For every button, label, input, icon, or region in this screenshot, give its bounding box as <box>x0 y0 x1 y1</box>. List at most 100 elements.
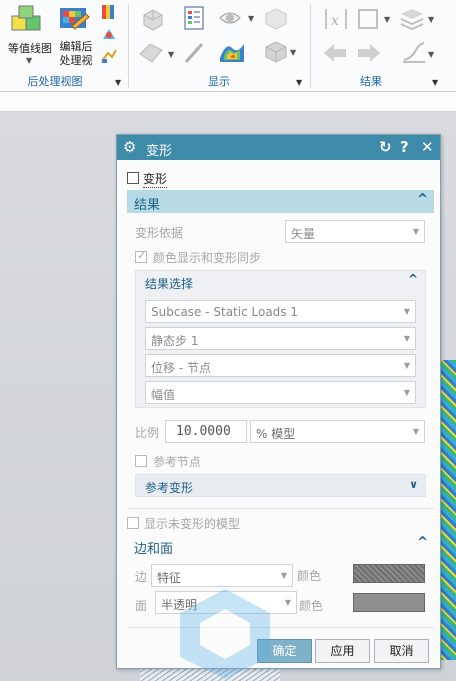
help-icon[interactable]: ? <box>400 138 409 156</box>
deform-basis-value: 矢量 <box>291 227 316 241</box>
ribbon-separator <box>310 4 311 88</box>
identify-button[interactable]: x <box>322 6 350 35</box>
subcase-dropdown[interactable]: Subcase - Static Loads 1 ▼ <box>145 300 416 323</box>
list-display-button[interactable] <box>182 5 208 34</box>
edge-label: 边 <box>135 570 148 584</box>
chevron-up-icon[interactable]: ^ <box>408 272 418 286</box>
chevron-down-icon: ▼ <box>412 227 419 236</box>
show-undeformed-checkbox[interactable] <box>127 517 139 529</box>
fringe-plot-button[interactable] <box>218 38 246 69</box>
results-section-title: 结果 <box>134 198 161 213</box>
eye-icon <box>219 12 241 24</box>
frame-button[interactable] <box>356 7 380 34</box>
group-dropdown-icon[interactable]: ▼ <box>432 78 438 87</box>
edit-postview-button[interactable] <box>58 4 92 39</box>
animate-icon <box>101 49 117 63</box>
arrow-right-icon <box>358 44 380 62</box>
ribbon-group-label: 显示 <box>208 75 230 88</box>
graph-icon <box>403 42 425 63</box>
close-icon[interactable]: ✕ <box>421 138 434 156</box>
chevron-down-icon[interactable]: ▼ <box>384 15 390 24</box>
result-selection-header[interactable]: 结果选择 ^ <box>136 271 425 293</box>
chevron-up-icon[interactable]: ^ <box>417 192 428 207</box>
results-section-header[interactable]: 结果 ^ <box>127 190 434 213</box>
visibility-button[interactable] <box>218 8 242 31</box>
iteration-dropdown[interactable]: 静态步 1 ▼ <box>145 327 416 350</box>
previous-button[interactable] <box>322 42 348 67</box>
animate-button[interactable] <box>100 47 118 68</box>
sync-checkbox-label: 颜色显示和变形同步 <box>153 251 262 265</box>
chevron-down-icon[interactable]: ▼ <box>248 14 254 23</box>
iso-view-button[interactable] <box>142 8 164 35</box>
toolbar-strip <box>0 92 456 112</box>
marker-button[interactable] <box>100 25 118 46</box>
sync-checkbox[interactable] <box>135 249 147 263</box>
chevron-down-icon: ▼ <box>403 307 410 316</box>
svg-text:x: x <box>331 13 339 29</box>
chevron-down-icon[interactable]: ▼ <box>26 56 32 65</box>
group-dropdown-icon[interactable]: ▼ <box>115 78 121 87</box>
scale-mode-dropdown[interactable]: % 模型 ▼ <box>250 420 425 443</box>
contour-plot-button[interactable] <box>10 4 46 41</box>
edge-style-dropdown[interactable]: 特征 ▼ <box>151 564 293 587</box>
shaded-button[interactable] <box>138 42 166 67</box>
cube-icon <box>265 8 287 30</box>
ribbon-group-label: 结果 <box>360 75 382 88</box>
edges-faces-section-header[interactable]: 边和面 ^ <box>127 534 434 557</box>
chevron-up-icon[interactable]: ^ <box>417 535 428 550</box>
contour-plot-label: 等值线图 <box>8 42 52 55</box>
chevron-down-icon[interactable]: ▼ <box>168 50 174 59</box>
face-color-swatch[interactable] <box>353 593 425 612</box>
cube-display-button[interactable] <box>264 7 288 34</box>
colorbar-button[interactable] <box>100 3 118 24</box>
frame-icon <box>358 9 378 29</box>
probe-button[interactable] <box>182 40 208 69</box>
layers-button[interactable] <box>398 6 426 35</box>
scale-value: 10.0000 <box>176 424 231 439</box>
mesh-display-button[interactable] <box>264 40 288 67</box>
chevron-down-icon: ▼ <box>403 361 410 370</box>
next-button[interactable] <box>356 42 382 67</box>
cancel-button[interactable]: 取消 <box>374 639 429 663</box>
isometric-icon <box>143 9 163 31</box>
chevron-down-icon: ▼ <box>412 427 419 436</box>
shaded-surface-icon <box>139 43 163 63</box>
mesh-cube-icon <box>265 41 287 63</box>
scale-mode-value: % 模型 <box>256 427 296 441</box>
reference-node-checkbox[interactable] <box>135 455 147 467</box>
chevron-down-icon: ▼ <box>284 598 291 607</box>
reference-node-label: 参考节点 <box>153 455 202 469</box>
edge-color-label: 颜色 <box>297 569 322 583</box>
chevron-down-icon[interactable]: ▼ <box>428 15 434 24</box>
result-type-value: 位移 - 节点 <box>151 361 211 375</box>
face-label: 面 <box>135 599 148 613</box>
probe-icon <box>184 43 204 63</box>
reset-icon[interactable]: ↻ <box>379 138 392 156</box>
component-dropdown[interactable]: 幅值 ▼ <box>145 381 416 404</box>
chevron-down-icon[interactable]: ∨ <box>409 478 418 491</box>
edit-postview-label: 编辑后 处理视 <box>59 40 93 67</box>
chevron-down-icon[interactable]: ▼ <box>428 50 434 59</box>
reference-deform-header[interactable]: 参考变形 ∨ <box>136 475 425 497</box>
show-undeformed-label: 显示未变形的模型 <box>144 517 241 531</box>
scale-input[interactable]: 10.0000 <box>165 420 247 443</box>
reference-deform-group[interactable]: 参考变形 ∨ <box>135 474 426 497</box>
arrow-left-icon <box>324 44 346 62</box>
dialog-title: 变形 <box>146 144 173 159</box>
result-type-dropdown[interactable]: 位移 - 节点 ▼ <box>145 354 416 377</box>
result-selection-title: 结果选择 <box>145 277 194 291</box>
marker-icon <box>103 29 115 39</box>
graph-button[interactable] <box>400 40 428 69</box>
deform-basis-dropdown[interactable]: 矢量 ▼ <box>285 220 425 243</box>
apply-button[interactable]: 应用 <box>315 639 370 663</box>
section-divider <box>127 508 434 509</box>
chevron-down-icon[interactable]: ▼ <box>290 48 296 57</box>
dialog-titlebar: ⚙ 变形 ↻ ? ✕ <box>117 135 440 160</box>
fringe-plot-icon <box>220 44 244 62</box>
edge-color-swatch[interactable] <box>353 564 425 583</box>
group-dropdown-icon[interactable]: ▼ <box>296 78 302 87</box>
edge-style-value: 特征 <box>157 571 182 585</box>
deform-checkbox[interactable] <box>127 172 139 184</box>
identify-icon: x <box>325 9 347 29</box>
edit-postview-icon <box>60 8 90 30</box>
